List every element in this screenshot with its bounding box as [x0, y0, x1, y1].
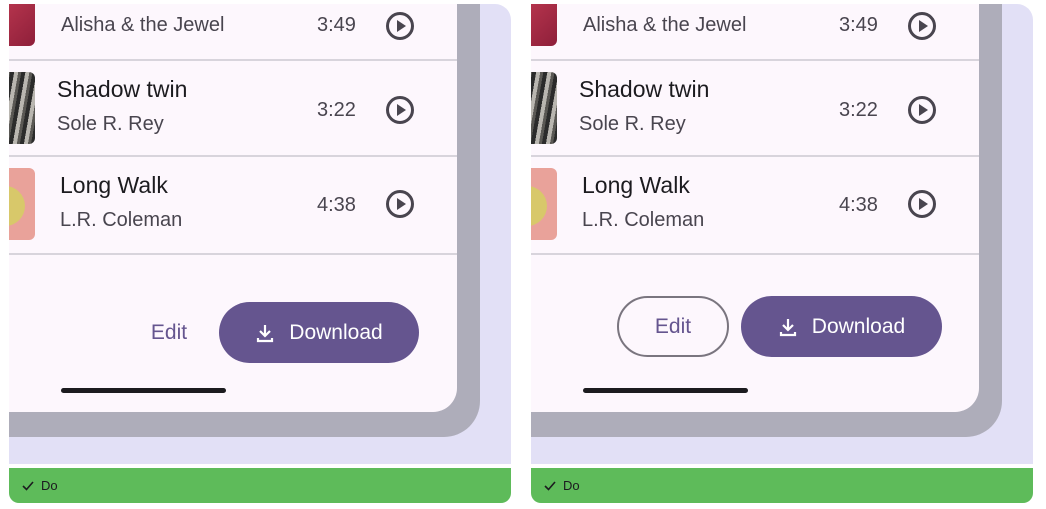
track-title: Shadow twin [57, 76, 188, 102]
example-panel-left: Alisha & the Jewel 3:49 Shadow twin Sole… [9, 0, 511, 509]
track-title: Long Walk [582, 172, 690, 198]
album-art [9, 4, 35, 46]
track-duration: 4:38 [839, 194, 878, 216]
verdict-label: Do [563, 478, 580, 493]
play-icon[interactable] [908, 190, 936, 218]
example-panel-right: Alisha & the Jewel 3:49 Shadow twin Sole… [531, 0, 1033, 509]
verdict-bar: Do [531, 468, 1033, 503]
track-duration: 3:49 [839, 14, 878, 36]
album-art [9, 72, 35, 144]
album-art [531, 72, 557, 144]
check-icon [21, 479, 35, 493]
play-icon[interactable] [386, 190, 414, 218]
home-indicator [583, 388, 748, 393]
track-artist: L.R. Coleman [60, 209, 183, 231]
play-icon[interactable] [908, 12, 936, 40]
edit-button[interactable]: Edit [617, 296, 729, 357]
play-icon[interactable] [908, 96, 936, 124]
play-icon[interactable] [386, 96, 414, 124]
album-art [531, 4, 557, 46]
track-title: Shadow twin [579, 76, 710, 102]
track-artist: Alisha & the Jewel [61, 14, 225, 36]
track-duration: 3:22 [839, 99, 878, 121]
divider [531, 155, 979, 157]
track-duration: 4:38 [317, 194, 356, 216]
verdict-bar: Do [9, 468, 511, 503]
album-art [531, 168, 557, 240]
phone-screen: Alisha & the Jewel 3:49 Shadow twin Sole… [531, 4, 979, 412]
track-artist: Sole R. Rey [579, 113, 686, 135]
divider [531, 59, 979, 61]
track-duration: 3:49 [317, 14, 356, 36]
phone-frame: Alisha & the Jewel 3:49 Shadow twin Sole… [531, 4, 1002, 437]
play-icon[interactable] [386, 12, 414, 40]
divider [9, 253, 457, 255]
download-icon [778, 317, 798, 337]
album-art [9, 168, 35, 240]
track-duration: 3:22 [317, 99, 356, 121]
panel-background: Alisha & the Jewel 3:49 Shadow twin Sole… [9, 4, 511, 464]
home-indicator [61, 388, 226, 393]
download-label: Download [811, 314, 906, 338]
download-button[interactable]: Download [219, 302, 419, 363]
verdict-label: Do [41, 478, 58, 493]
divider [531, 253, 979, 255]
check-icon [543, 479, 557, 493]
phone-frame: Alisha & the Jewel 3:49 Shadow twin Sole… [9, 4, 480, 437]
track-title: Long Walk [60, 172, 168, 198]
track-artist: L.R. Coleman [582, 209, 705, 231]
panel-background: Alisha & the Jewel 3:49 Shadow twin Sole… [531, 4, 1033, 464]
track-artist: Sole R. Rey [57, 113, 164, 135]
divider [9, 59, 457, 61]
download-label: Download [289, 320, 383, 344]
track-artist: Alisha & the Jewel [583, 14, 747, 36]
phone-screen: Alisha & the Jewel 3:49 Shadow twin Sole… [9, 4, 457, 412]
download-button[interactable]: Download [741, 296, 942, 357]
divider [9, 155, 457, 157]
download-icon [255, 323, 275, 343]
edit-button[interactable]: Edit [139, 312, 199, 354]
